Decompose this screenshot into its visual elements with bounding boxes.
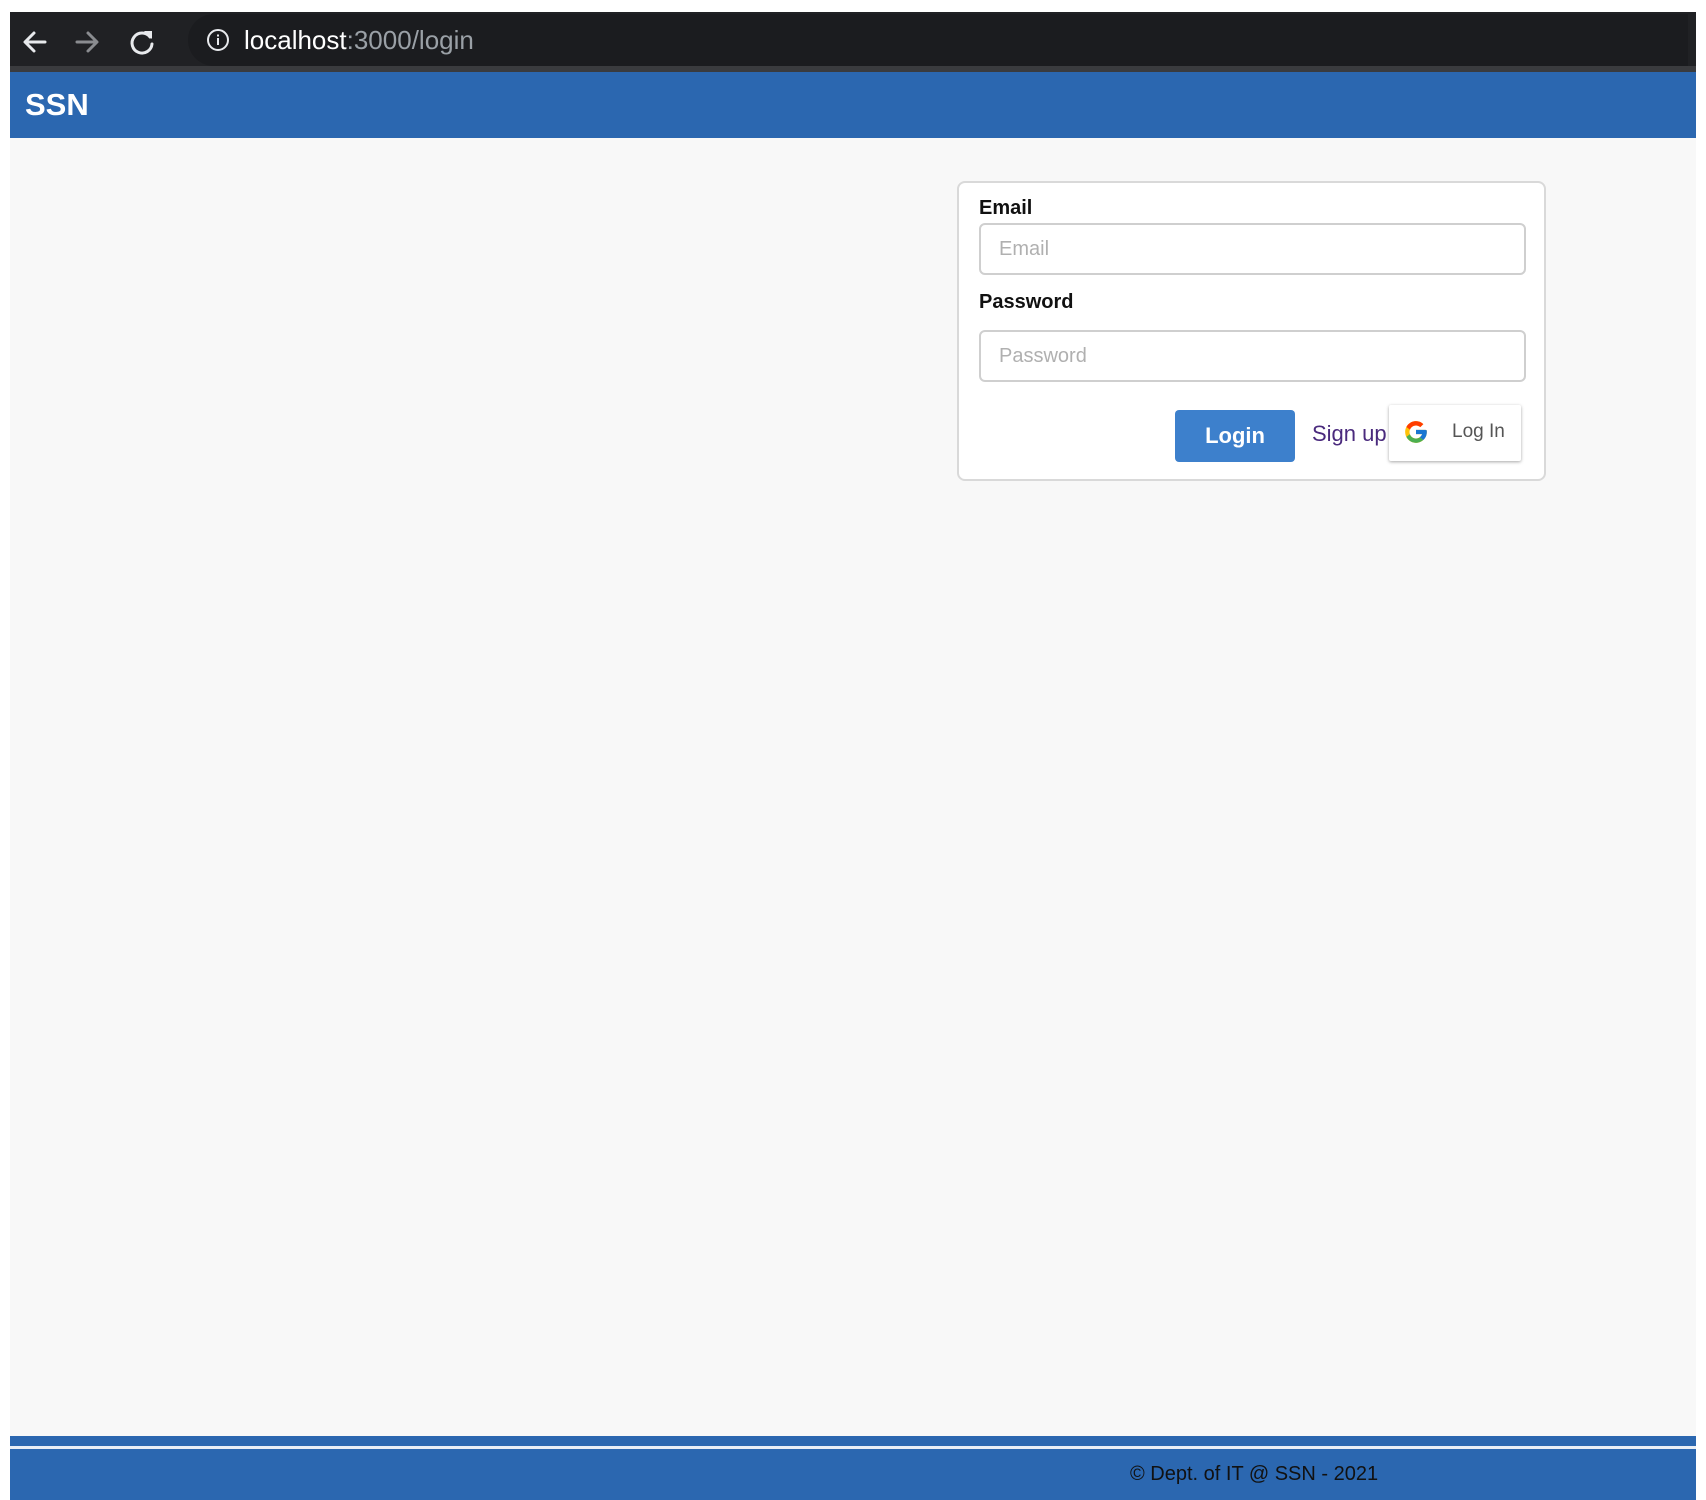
- page-footer: © Dept. of IT @ SSN - 2021: [10, 1449, 1696, 1500]
- forward-button[interactable]: [67, 22, 107, 62]
- email-label: Email: [979, 197, 1033, 219]
- arrow-left-icon: [23, 31, 47, 53]
- login-button[interactable]: Login: [1175, 410, 1295, 462]
- google-login-button[interactable]: Log In: [1389, 405, 1521, 461]
- signup-link[interactable]: Sign up: [1312, 421, 1387, 447]
- brand-logo[interactable]: SSN: [25, 86, 89, 124]
- arrow-right-icon: [75, 31, 99, 53]
- password-field[interactable]: [979, 330, 1526, 382]
- address-bar[interactable]: localhost:3000/login: [188, 14, 1688, 66]
- google-icon: [1405, 421, 1427, 443]
- google-login-label: Log In: [1452, 421, 1505, 442]
- back-button[interactable]: [15, 22, 55, 62]
- url-text[interactable]: localhost:3000/login: [244, 24, 474, 56]
- password-label: Password: [979, 291, 1074, 313]
- app-header: SSN: [10, 72, 1696, 138]
- browser-toolbar: localhost:3000/login: [10, 12, 1696, 72]
- email-field[interactable]: [979, 223, 1526, 275]
- url-host: localhost: [244, 25, 347, 55]
- reload-icon: [130, 31, 154, 55]
- url-path: :3000/login: [346, 25, 474, 55]
- reload-button[interactable]: [122, 22, 162, 62]
- footer-top-border: [10, 1436, 1696, 1446]
- footer-copyright: © Dept. of IT @ SSN - 2021: [1130, 1463, 1379, 1485]
- login-card: Email Password Login Sign up Log In: [957, 181, 1546, 481]
- info-icon[interactable]: [206, 28, 230, 52]
- browser-window: localhost:3000/login SSN Email Password …: [10, 12, 1696, 1500]
